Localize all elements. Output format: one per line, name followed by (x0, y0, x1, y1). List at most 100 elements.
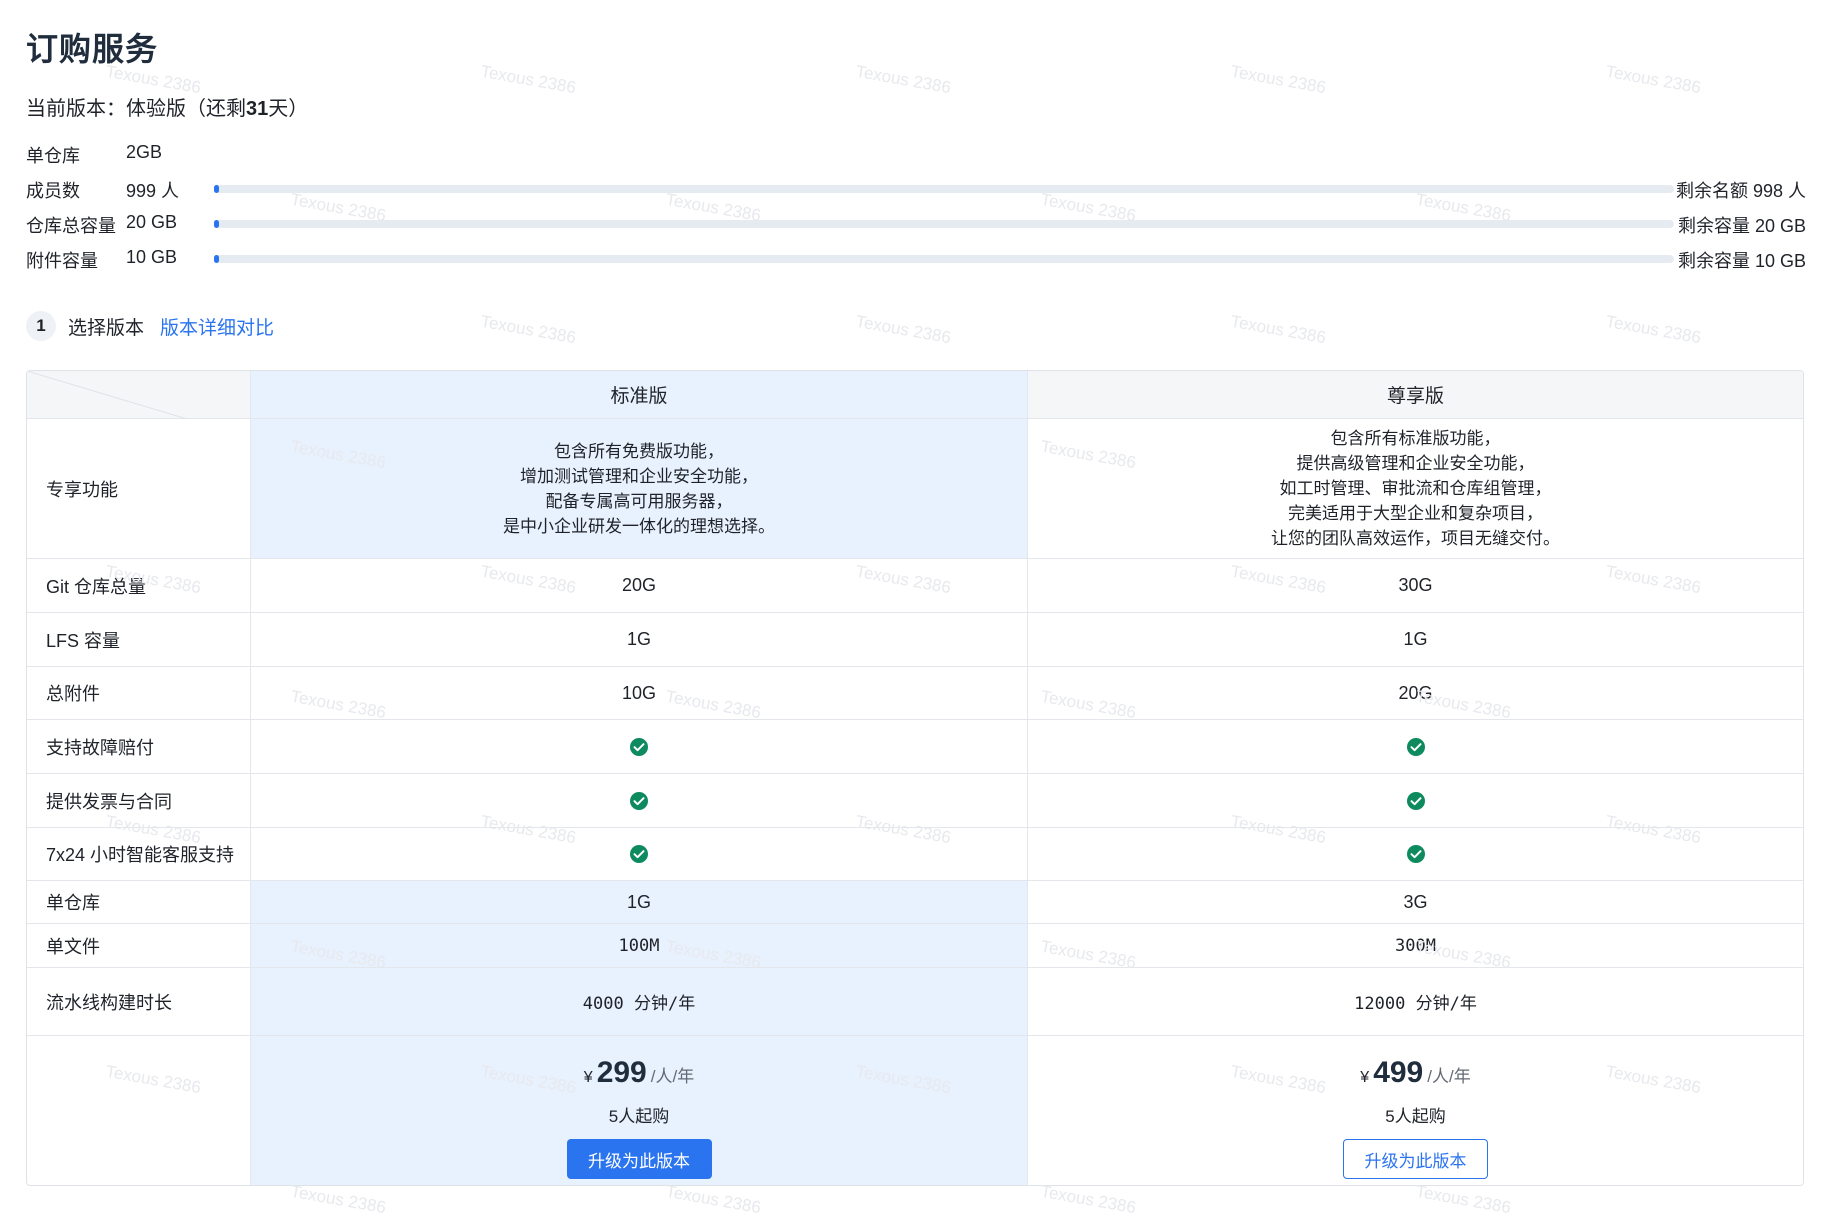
quota-progress-bar (214, 220, 1674, 228)
watermark: Texous 2386 (479, 311, 578, 348)
quota-value: 2GB (126, 142, 163, 162)
quota-label: 附件容量 (26, 251, 98, 271)
watermark: Texous 2386 (1604, 61, 1703, 98)
table-row: Git 仓库总量 20G 30G (27, 559, 1803, 613)
price-standard: ¥ 299 /人/年 (584, 1056, 694, 1090)
plan-description-standard: 包含所有免费版功能， 增加测试管理和企业安全功能， 配备专属高可用服务器， 是中… (503, 441, 775, 536)
quota-value: 999 人 (126, 181, 180, 201)
quota-single-repo: 单仓库 2GB (26, 142, 1806, 166)
table-header-row: 标准版 尊享版 (27, 371, 1803, 419)
feature-value-premium: 1G (1403, 629, 1428, 649)
pricing-cell-standard: ¥ 299 /人/年 5人起购 升级为此版本 (251, 1036, 1028, 1185)
feature-label: 专享功能 (27, 419, 251, 558)
quota-repo-capacity: 仓库总容量 20 GB 剩余容量 20 GB (26, 212, 1806, 236)
quota-members: 成员数 999 人 剩余名额 998 人 (26, 177, 1806, 201)
table-row: 支持故障赔付 (27, 720, 1803, 774)
table-row: 单文件 100M 300M (27, 924, 1803, 968)
feature-value-standard: 1G (251, 613, 1028, 666)
pricing-row: ¥ 299 /人/年 5人起购 升级为此版本 ¥ 499 /人/年 5人起购 升… (27, 1036, 1803, 1185)
feature-value-standard: 100M (251, 924, 1028, 967)
plan-header-standard: 标准版 (251, 371, 1028, 418)
page-title: 订购服务 (26, 31, 159, 67)
check-circle-icon (1406, 791, 1425, 810)
current-version: 当前版本：体验版（还剩31天） (26, 92, 308, 121)
feature-label: 单仓库 (27, 881, 251, 923)
pricing-cell-premium: ¥ 499 /人/年 5人起购 升级为此版本 (1028, 1036, 1803, 1185)
feature-label: 总附件 (27, 667, 251, 719)
header-corner-cell (27, 371, 251, 419)
watermark: Texous 2386 (479, 61, 578, 98)
feature-value-premium: 12000 分钟/年 (1354, 994, 1477, 1014)
current-version-days: 31 (246, 98, 269, 120)
quota-progress-bar (214, 255, 1674, 263)
current-version-suffix: 天） (268, 98, 309, 120)
feature-value-standard: 10G (251, 667, 1028, 719)
watermark: Texous 2386 (1229, 61, 1328, 98)
plan-header-premium: 尊享版 (1028, 371, 1803, 418)
price-premium: ¥ 499 /人/年 (1360, 1056, 1470, 1090)
price-amount: 299 (596, 1056, 647, 1089)
check-circle-icon (1406, 845, 1425, 863)
check-circle-icon (630, 845, 648, 863)
quota-progress-fill (214, 220, 219, 228)
feature-value-premium: 3G (1403, 891, 1428, 912)
step-label: 选择版本 (68, 317, 145, 339)
quota-progress-bar (214, 185, 1674, 193)
feature-label: Git 仓库总量 (27, 559, 251, 612)
feature-value-premium: 20G (1398, 682, 1433, 703)
watermark: Texous 2386 (854, 311, 953, 348)
feature-value-premium: 30G (1398, 575, 1433, 595)
feature-value-standard: 4000 分钟/年 (251, 968, 1028, 1035)
feature-label: LFS 容量 (27, 613, 251, 666)
feature-label: 提供发票与合同 (27, 774, 251, 827)
currency-symbol: ¥ (583, 1069, 593, 1086)
watermark: Texous 2386 (1039, 1181, 1138, 1218)
upgrade-standard-button[interactable]: 升级为此版本 (566, 1139, 712, 1179)
upgrade-premium-button[interactable]: 升级为此版本 (1343, 1139, 1488, 1179)
quota-label: 仓库总容量 (26, 216, 116, 236)
currency-symbol: ¥ (1360, 1069, 1370, 1086)
min-purchase: 5人起购 (608, 1107, 670, 1126)
quota-progress-fill (214, 255, 219, 263)
table-row: 专享功能 包含所有免费版功能， 增加测试管理和企业安全功能， 配备专属高可用服务… (27, 419, 1803, 559)
feature-label: 7x24 小时智能客服支持 (27, 828, 251, 880)
quota-value: 10 GB (126, 247, 178, 267)
table-row: 单仓库 1G 3G (27, 881, 1803, 924)
price-unit: /人/年 (1427, 1067, 1471, 1086)
min-purchase: 5人起购 (1385, 1107, 1446, 1126)
plan-description-premium: 包含所有标准版功能， 提供高级管理和企业安全功能， 如工时管理、审批流和仓库组管… (1271, 429, 1560, 548)
quota-remaining: 剩余容量 10 GB (1677, 251, 1806, 271)
table-row: 流水线构建时长 4000 分钟/年 12000 分钟/年 (27, 968, 1803, 1036)
step-select-version: 1 选择版本 版本详细对比 (26, 311, 274, 341)
step-number-badge: 1 (26, 311, 56, 341)
check-circle-icon (630, 791, 648, 810)
quota-remaining: 剩余容量 20 GB (1677, 216, 1806, 236)
table-row: 总附件 10G 20G (27, 667, 1803, 720)
quota-attachment-capacity: 附件容量 10 GB 剩余容量 10 GB (26, 247, 1806, 271)
current-version-value: 体验版（还剩 (126, 98, 246, 120)
check-circle-icon (630, 737, 648, 756)
feature-value-standard: 1G (251, 881, 1028, 923)
pricing-empty-cell (27, 1036, 251, 1185)
feature-label: 单文件 (27, 924, 251, 967)
watermark: Texous 2386 (1604, 311, 1703, 348)
table-row: 7x24 小时智能客服支持 (27, 828, 1803, 881)
quota-remaining: 剩余名额 998 人 (1675, 181, 1806, 201)
page: 订购服务 当前版本：体验版（还剩31天） 单仓库 2GB 成员数 999 人 剩… (0, 0, 1835, 1219)
price-unit: /人/年 (650, 1067, 695, 1086)
version-compare-link[interactable]: 版本详细对比 (160, 313, 274, 340)
feature-value-standard: 20G (251, 559, 1028, 612)
price-amount: 499 (1373, 1056, 1424, 1089)
table-row: LFS 容量 1G 1G (27, 613, 1803, 667)
diagonal-divider (27, 371, 188, 419)
quota-progress-fill (214, 185, 219, 193)
watermark: Texous 2386 (854, 61, 953, 98)
watermark: Texous 2386 (1229, 311, 1328, 348)
quota-label: 单仓库 (26, 146, 80, 166)
watermark: Texous 2386 (289, 1181, 388, 1218)
plan-comparison-table: 标准版 尊享版 专享功能 包含所有免费版功能， 增加测试管理和企业安全功能， 配… (26, 370, 1804, 1186)
check-circle-icon (1406, 737, 1425, 756)
feature-label: 支持故障赔付 (27, 720, 251, 773)
quota-value: 20 GB (126, 212, 178, 232)
current-version-label: 当前版本： (26, 98, 126, 120)
